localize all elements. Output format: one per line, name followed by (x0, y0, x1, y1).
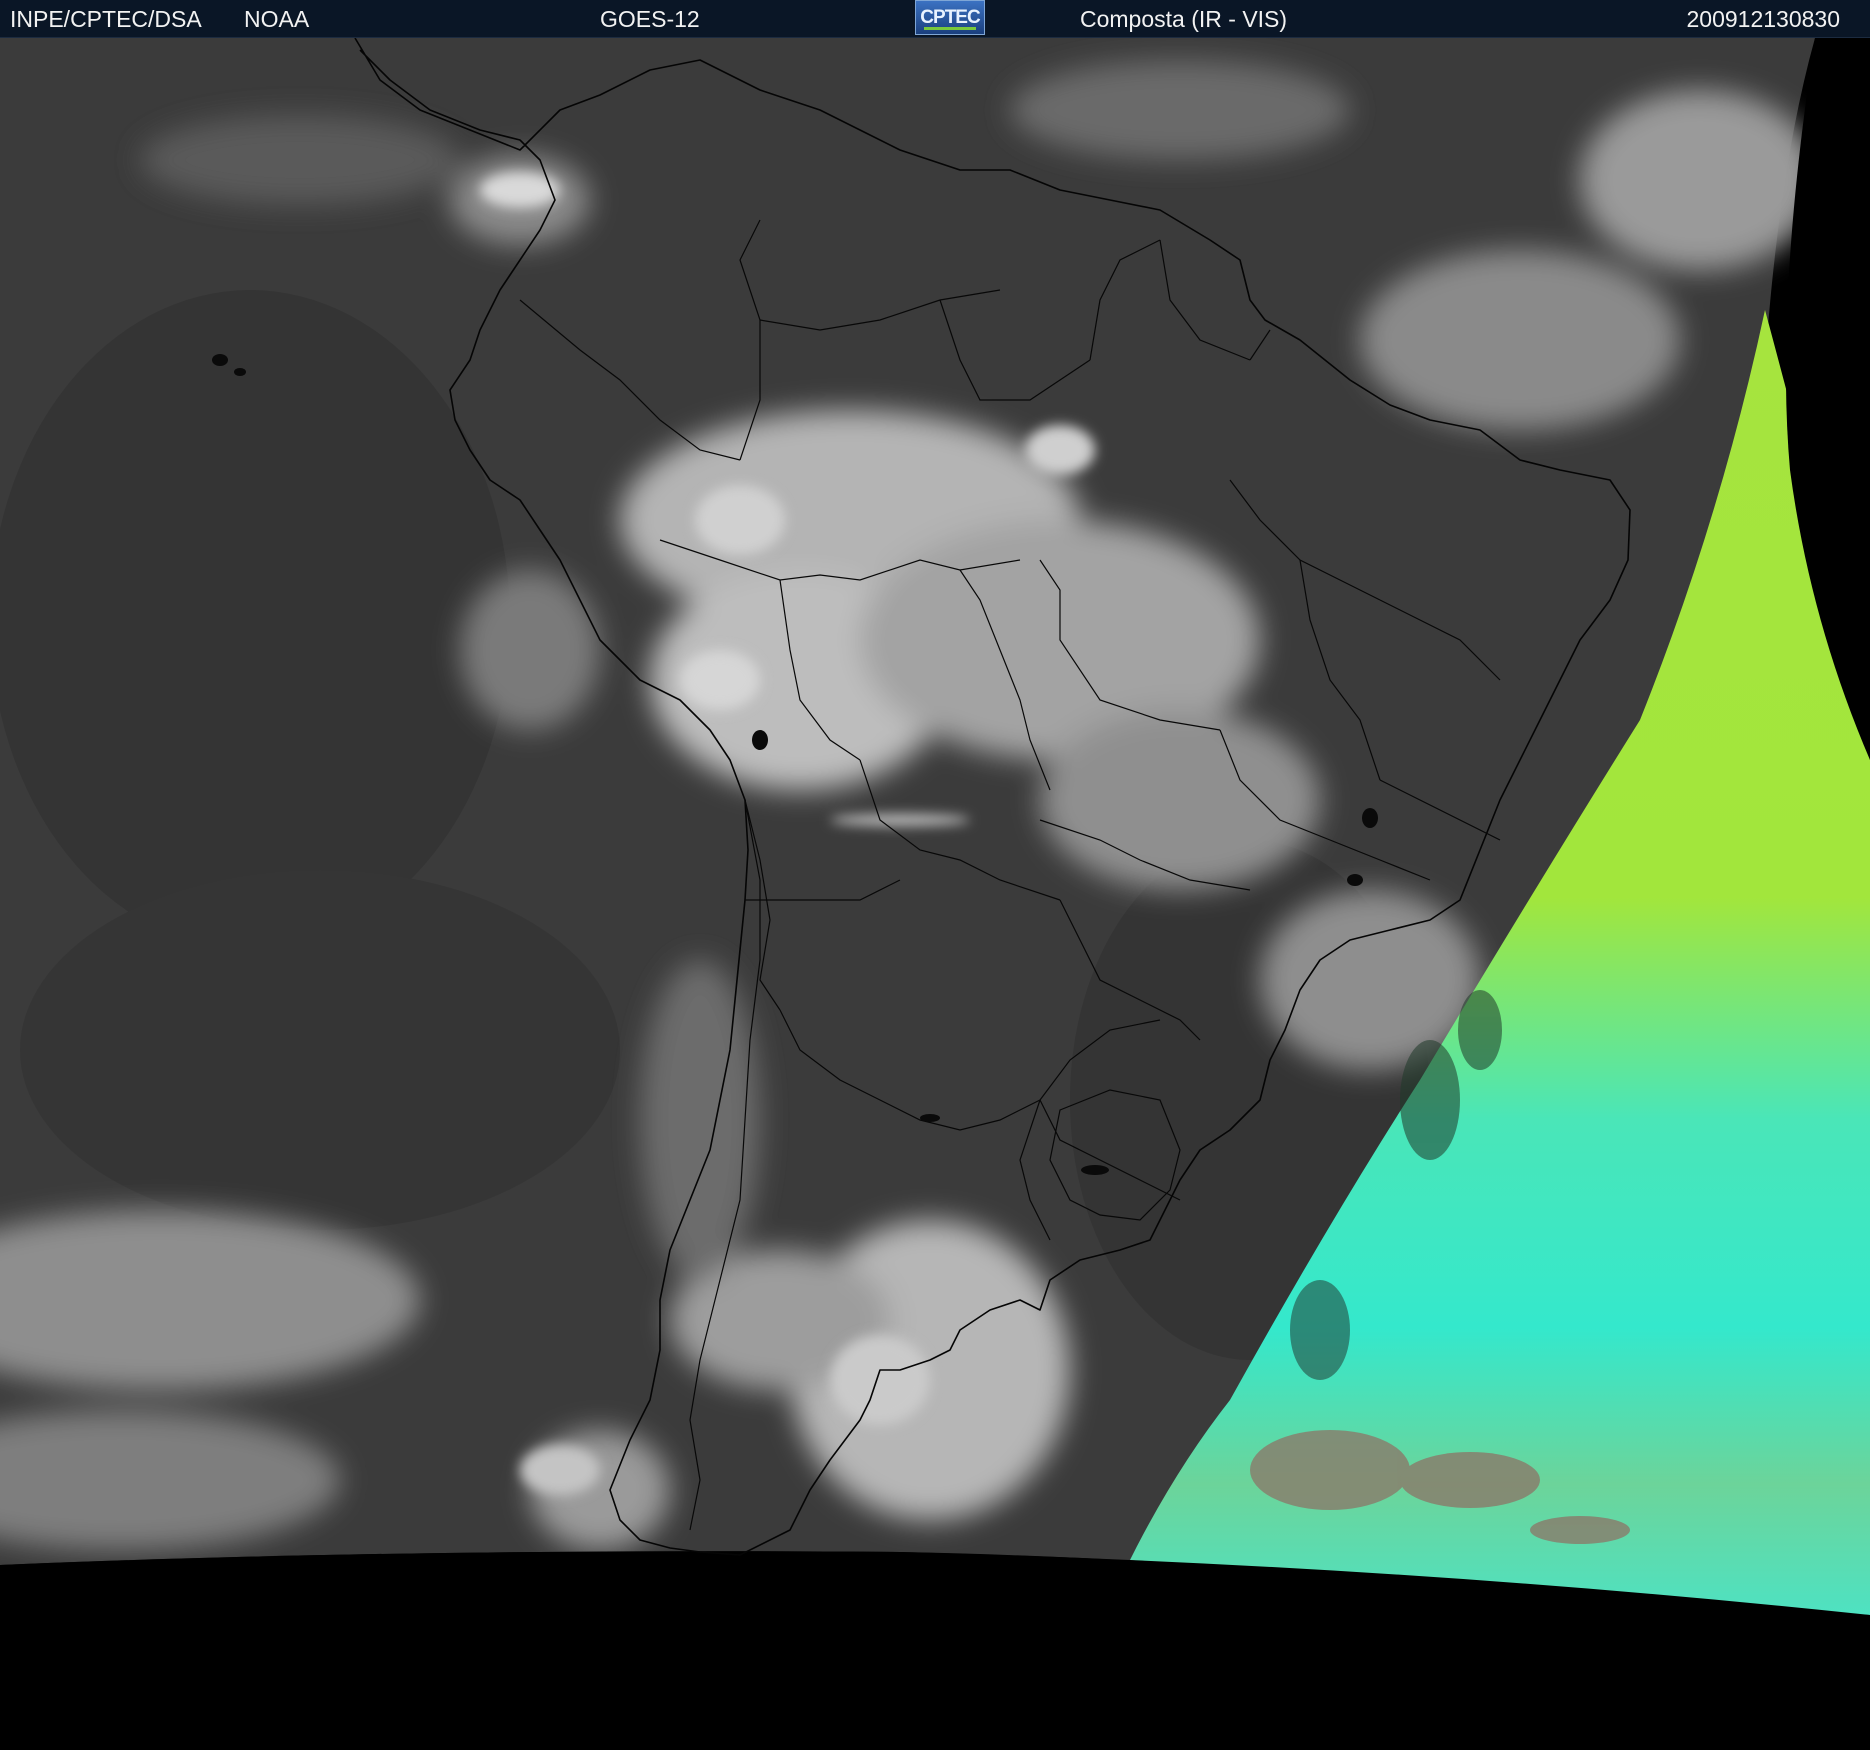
timestamp-label: 200912130830 (1686, 6, 1841, 32)
organization-label: INPE/CPTEC/DSA (10, 6, 202, 32)
agency-label: NOAA (244, 6, 310, 32)
cptec-logo-stripe (924, 27, 976, 30)
satellite-label: GOES-12 (600, 6, 700, 32)
composite-satellite-imagery (0, 38, 1870, 1750)
cptec-logo-text: CPTEC (920, 7, 980, 28)
product-label: Composta (IR - VIS) (1080, 6, 1288, 32)
satellite-image-frame: INPE/CPTEC/DSA NOAA GOES-12 CPTEC Compos… (0, 0, 1870, 1750)
cptec-logo: CPTEC (915, 0, 985, 35)
title-bar: INPE/CPTEC/DSA NOAA GOES-12 CPTEC Compos… (0, 0, 1870, 38)
